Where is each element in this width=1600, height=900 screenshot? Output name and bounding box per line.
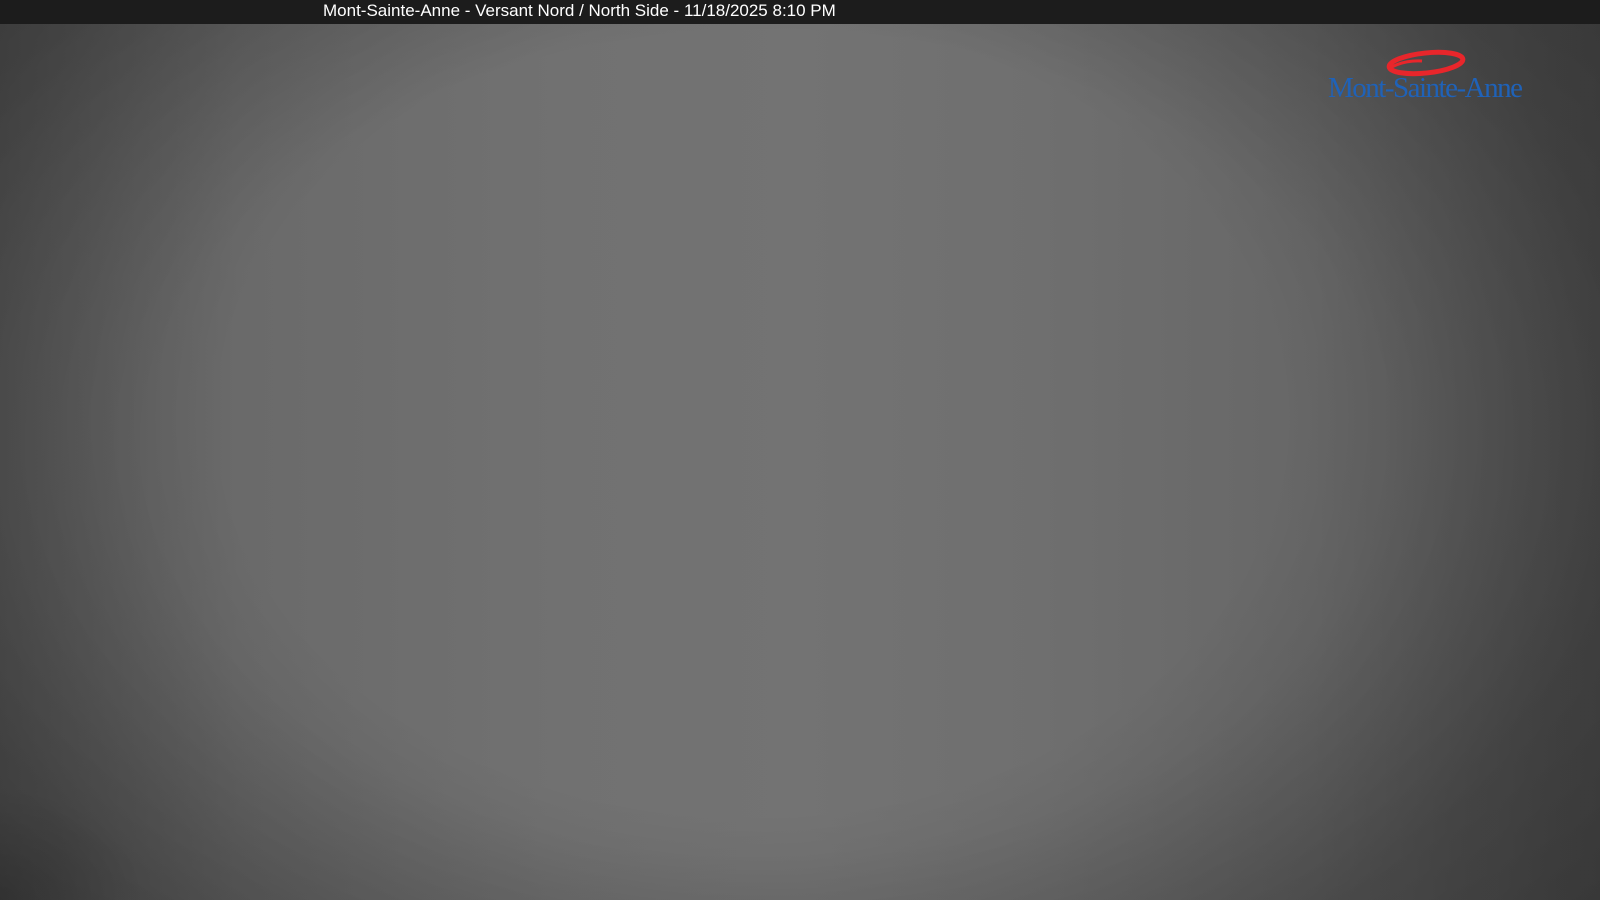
caption-bar: Mont-Sainte-Anne - Versant Nord / North … — [0, 0, 1600, 24]
mont-sainte-anne-logo: Mont-Sainte-Anne — [1326, 48, 1526, 110]
caption-title: Mont-Sainte-Anne - Versant Nord / North … — [323, 1, 836, 20]
webcam-frame: Mont-Sainte-Anne - Versant Nord / North … — [0, 0, 1600, 900]
corner-shadow — [0, 700, 260, 900]
camera-image: Mont-Sainte-Anne — [0, 24, 1600, 900]
logo-text: Mont-Sainte-Anne — [1328, 72, 1523, 104]
